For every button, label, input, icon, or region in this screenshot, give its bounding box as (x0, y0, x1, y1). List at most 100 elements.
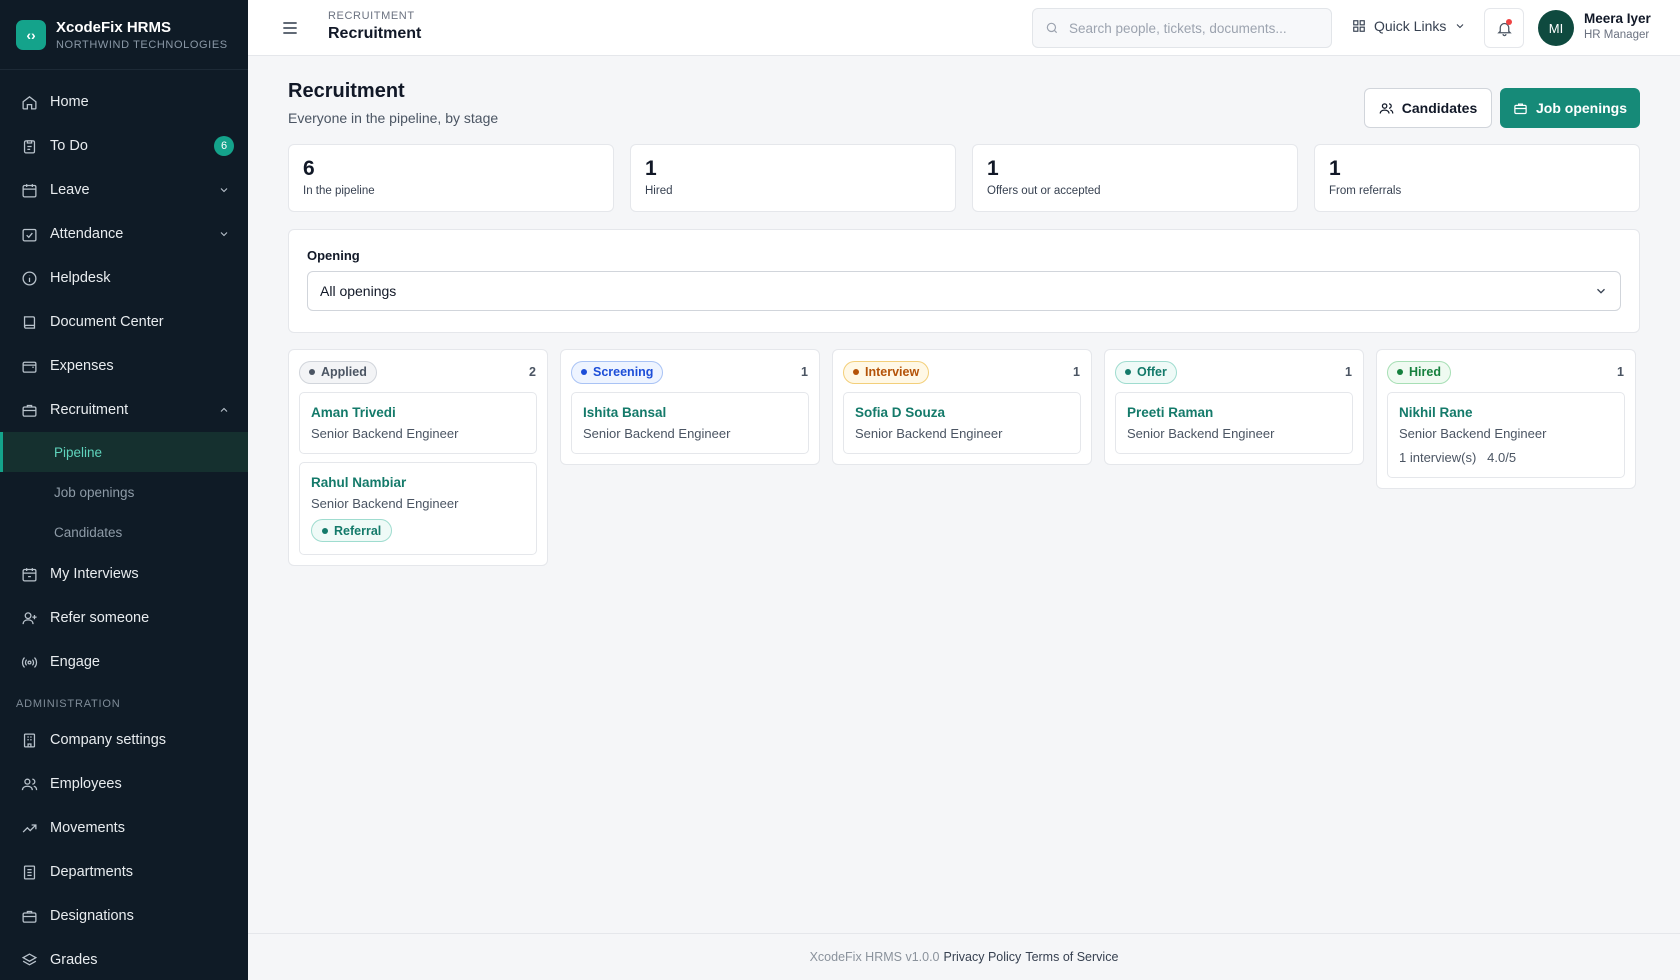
sidebar-item-leave[interactable]: Leave (0, 168, 248, 212)
stage-pill: Hired (1387, 360, 1451, 384)
candidate-name[interactable]: Sofia D Souza (855, 405, 1069, 420)
user-menu[interactable]: Meera Iyer HR Manager (1584, 11, 1651, 41)
sidebar-item-movements[interactable]: Movements (0, 806, 248, 850)
sidebar-item-todo[interactable]: To Do 6 (0, 124, 248, 168)
brand[interactable]: ‹› XcodeFix HRMS NORTHWIND TECHNOLOGIES (0, 0, 248, 70)
stage-label: Interview (865, 365, 920, 379)
candidate-card[interactable]: Ishita Bansal Senior Backend Engineer (571, 392, 809, 454)
book-icon (20, 313, 38, 331)
candidate-role: Senior Backend Engineer (1127, 426, 1275, 441)
breadcrumb-parent: RECRUITMENT (328, 10, 415, 22)
sidebar-item-recruitment[interactable]: Recruitment (0, 388, 248, 432)
sidebar-item-departments[interactable]: Departments (0, 850, 248, 894)
sidebar-item-refer[interactable]: Refer someone (0, 596, 248, 640)
briefcase-icon (1514, 103, 1527, 114)
stage-count: 1 (1617, 365, 1624, 379)
sidebar-item-expenses[interactable]: Expenses (0, 344, 248, 388)
office-icon (20, 863, 38, 881)
stage-label: Offer (1137, 365, 1167, 379)
briefcase-icon (20, 401, 38, 419)
sidebar-section-administration: ADMINISTRATION (16, 698, 121, 710)
candidate-card[interactable]: Aman Trivedi Senior Backend Engineer (299, 392, 537, 454)
candidate-card[interactable]: Rahul Nambiar Senior Backend Engineer Re… (299, 462, 537, 555)
sidebar-subitem-candidates[interactable]: Candidates (0, 512, 248, 552)
page-subtitle: Everyone in the pipeline, by stage (288, 110, 499, 126)
stage-count: 1 (801, 365, 808, 379)
stat-card-hired: 1 Hired (630, 144, 956, 212)
sidebar-item-helpdesk[interactable]: Helpdesk (0, 256, 248, 300)
main-content: Recruitment Everyone in the pipeline, by… (248, 56, 1680, 933)
opening-select[interactable]: All openings (307, 271, 1621, 311)
stats-row: 6 In the pipeline 1 Hired 1 Offers out o… (288, 144, 1640, 212)
quick-links-button[interactable]: Quick Links (1352, 18, 1466, 34)
stage-dot (309, 369, 315, 375)
stat-value: 1 (645, 157, 657, 180)
candidate-card[interactable]: Sofia D Souza Senior Backend Engineer (843, 392, 1081, 454)
sidebar-item-label: To Do (50, 138, 88, 154)
candidate-name[interactable]: Preeti Raman (1127, 405, 1341, 420)
avatar[interactable]: MI (1538, 10, 1574, 46)
footer: XcodeFix HRMS v1.0.0 Privacy Policy Term… (248, 933, 1680, 980)
sidebar-item-label: Movements (50, 820, 125, 836)
sidebar-item-my-interviews[interactable]: My Interviews (0, 552, 248, 596)
candidate-card[interactable]: Preeti Raman Senior Backend Engineer (1115, 392, 1353, 454)
sidebar-subitem-pipeline[interactable]: Pipeline (0, 432, 248, 472)
breadcrumb-title: Recruitment (328, 25, 422, 42)
global-search[interactable] (1032, 8, 1332, 48)
candidate-name[interactable]: Rahul Nambiar (311, 475, 525, 490)
sidebar-item-engage[interactable]: Engage (0, 640, 248, 684)
sidebar-item-label: Refer someone (50, 610, 150, 626)
referral-badge: Referral (311, 519, 393, 542)
chevron-down-icon (1597, 288, 1605, 294)
stage-column-hired: Hired 1 Nikhil Rane Senior Backend Engin… (1376, 349, 1636, 489)
sidebar-item-label: Recruitment (50, 402, 129, 418)
stat-value: 1 (987, 157, 999, 180)
home-icon (20, 93, 38, 111)
sidebar-item-attendance[interactable]: Attendance (0, 212, 248, 256)
candidate-name[interactable]: Aman Trivedi (311, 405, 525, 420)
stat-label: Hired (645, 185, 673, 197)
briefcase-icon (20, 907, 38, 925)
stage-column-screening: Screening 1 Ishita Bansal Senior Backend… (560, 349, 820, 465)
candidate-role: Senior Backend Engineer (1399, 426, 1547, 441)
notifications-button[interactable] (1484, 8, 1524, 48)
stage-column-offer: Offer 1 Preeti Raman Senior Backend Engi… (1104, 349, 1364, 465)
sidebar-item-home[interactable]: Home (0, 80, 248, 124)
building-icon (20, 731, 38, 749)
sidebar-item-label: Company settings (50, 732, 167, 748)
candidate-role: Senior Backend Engineer (311, 496, 459, 511)
sidebar-item-designations[interactable]: Designations (0, 894, 248, 938)
chevron-up-icon (220, 407, 228, 412)
candidate-card[interactable]: Nikhil Rane Senior Backend Engineer 1 in… (1387, 392, 1625, 478)
sidebar-item-label: Expenses (50, 358, 114, 374)
terms-of-service-link[interactable]: Terms of Service (1025, 950, 1118, 964)
candidates-button[interactable]: Candidates (1364, 88, 1492, 128)
job-openings-button[interactable]: Job openings (1500, 88, 1640, 128)
candidate-name[interactable]: Nikhil Rane (1399, 405, 1613, 420)
sidebar-item-label: Departments (50, 864, 134, 880)
grid-icon (1353, 20, 1365, 32)
candidate-interview-meta: 1 interview(s) 4.0/5 (1399, 450, 1517, 465)
sidebar-item-documents[interactable]: Document Center (0, 300, 248, 344)
sidebar-item-employees[interactable]: Employees (0, 762, 248, 806)
trend-icon (20, 819, 38, 837)
candidates-button-label: Candidates (1401, 100, 1478, 116)
search-icon (1046, 22, 1058, 34)
sidebar-item-grades[interactable]: Grades (0, 938, 248, 980)
user-role: HR Manager (1584, 29, 1650, 41)
search-input[interactable] (1069, 20, 1319, 36)
stat-label: Offers out or accepted (987, 185, 1101, 197)
stage-pill: Screening (571, 360, 664, 384)
sidebar-item-company-settings[interactable]: Company settings (0, 718, 248, 762)
privacy-policy-link[interactable]: Privacy Policy (944, 950, 1022, 964)
stage-pill: Interview (843, 360, 930, 384)
stage-column-interview: Interview 1 Sofia D Souza Senior Backend… (832, 349, 1092, 465)
chevron-down-icon (1456, 24, 1464, 29)
stat-value: 6 (303, 157, 315, 180)
opening-filter-label: Opening (307, 248, 360, 263)
users-icon (1379, 102, 1394, 114)
sidebar-item-label: My Interviews (50, 566, 139, 582)
menu-icon[interactable] (280, 18, 300, 38)
candidate-name[interactable]: Ishita Bansal (583, 405, 797, 420)
sidebar-subitem-job-openings[interactable]: Job openings (0, 472, 248, 512)
